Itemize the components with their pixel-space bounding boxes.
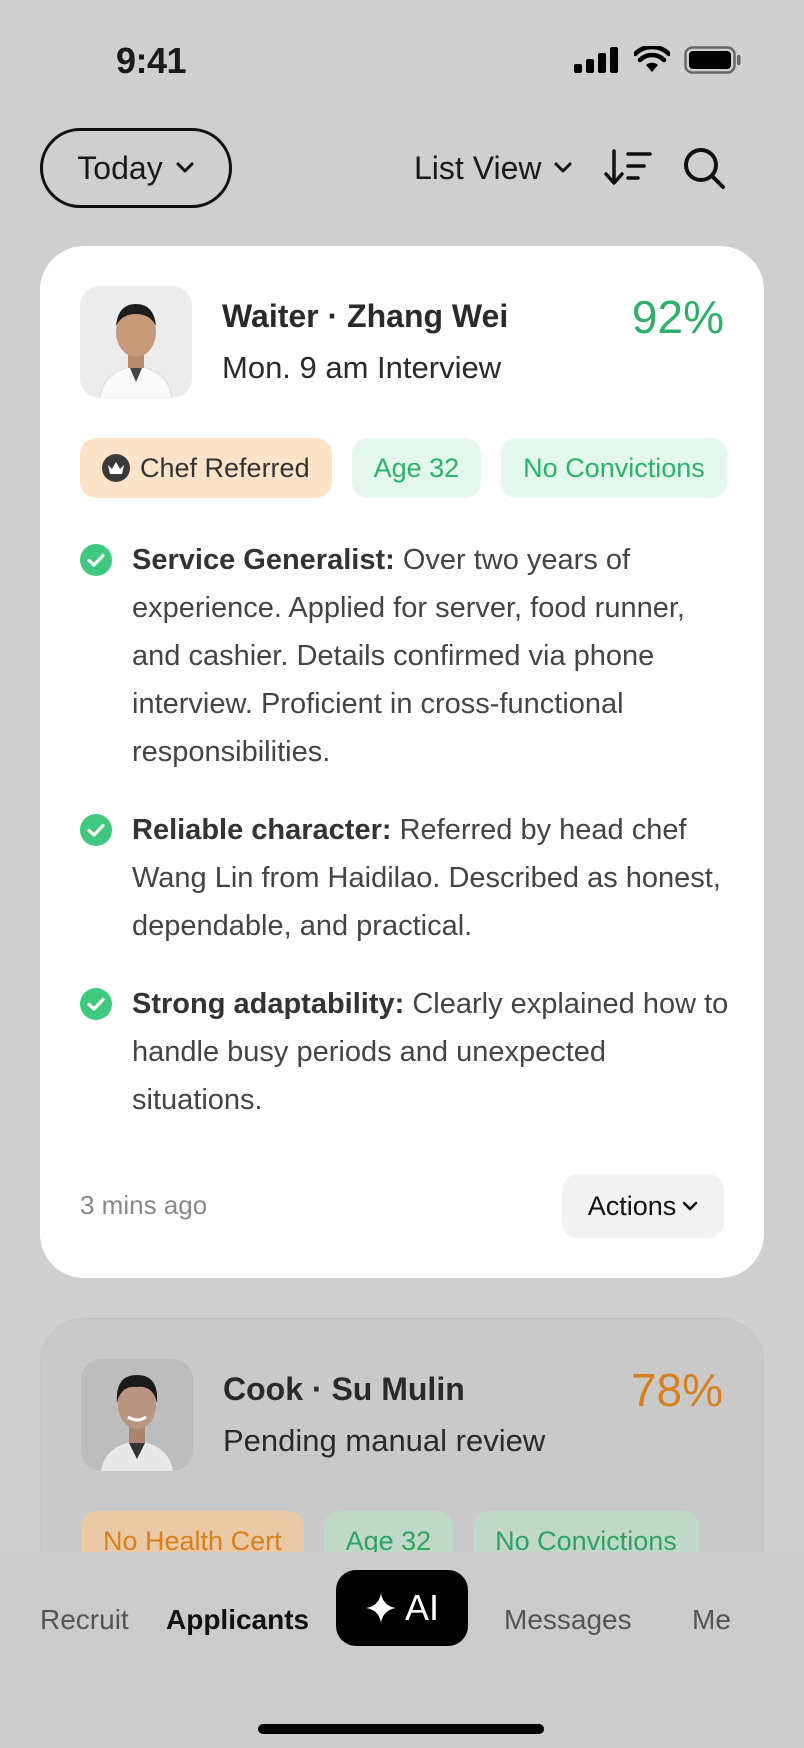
home-indicator bbox=[258, 1724, 544, 1734]
check-circle-icon bbox=[80, 544, 112, 576]
sort-icon[interactable] bbox=[604, 148, 652, 188]
nav-me[interactable]: Me bbox=[692, 1604, 731, 1636]
avatar bbox=[80, 286, 192, 398]
crown-icon bbox=[102, 454, 130, 482]
evaluation-points: Service Generalist: Over two years of ex… bbox=[80, 536, 730, 1154]
job-title: Waiter · Zhang Wei bbox=[222, 298, 509, 334]
chevron-down-icon bbox=[682, 1201, 698, 1211]
applicant-card[interactable]: Waiter · Zhang Wei Mon. 9 am Interview 9… bbox=[40, 246, 764, 1278]
check-circle-icon bbox=[80, 988, 112, 1020]
status-bar: 9:41 bbox=[0, 0, 804, 120]
tag-list: Chef Referred Age 32 No Convictions bbox=[80, 438, 727, 498]
evaluation-point: Strong adaptability: Clearly explained h… bbox=[80, 980, 730, 1124]
check-circle-icon bbox=[80, 814, 112, 846]
sparkle-icon bbox=[365, 1593, 396, 1623]
point-title: Reliable character: bbox=[132, 814, 392, 846]
point-text: Over two years of experience. Applied fo… bbox=[132, 544, 685, 768]
wifi-icon bbox=[634, 46, 670, 72]
chevron-down-icon bbox=[176, 162, 194, 173]
nav-applicants[interactable]: Applicants bbox=[166, 1604, 309, 1636]
view-mode-label: List View bbox=[414, 149, 542, 186]
nav-recruit[interactable]: Recruit bbox=[40, 1604, 129, 1636]
battery-icon bbox=[684, 46, 741, 74]
timestamp: 3 mins ago bbox=[80, 1190, 208, 1220]
date-filter-button[interactable]: Today bbox=[40, 128, 232, 208]
interview-schedule: Mon. 9 am Interview bbox=[222, 350, 502, 385]
review-status: Pending manual review bbox=[223, 1423, 546, 1458]
chevron-down-icon bbox=[554, 162, 572, 173]
status-icons bbox=[574, 46, 742, 74]
job-title: Cook · Su Mulin bbox=[223, 1371, 465, 1407]
match-score: 78% bbox=[630, 1364, 723, 1416]
actions-label: Actions bbox=[587, 1190, 677, 1221]
ai-button[interactable]: AI bbox=[336, 1570, 468, 1646]
tag-no-convictions: No Convictions bbox=[501, 438, 727, 498]
tag-age: Age 32 bbox=[351, 438, 482, 498]
tag-label: No Convictions bbox=[523, 452, 705, 483]
evaluation-point: Reliable character: Referred by head che… bbox=[80, 806, 730, 950]
match-score: 92% bbox=[631, 291, 724, 343]
status-time: 9:41 bbox=[116, 40, 187, 81]
evaluation-point: Service Generalist: Over two years of ex… bbox=[80, 536, 730, 776]
search-icon[interactable] bbox=[682, 146, 726, 190]
ai-label: AI bbox=[404, 1587, 439, 1628]
point-title: Service Generalist: bbox=[132, 544, 395, 576]
nav-messages[interactable]: Messages bbox=[504, 1604, 632, 1636]
tag-label: Age 32 bbox=[373, 452, 460, 483]
tag-chef-referred: Chef Referred bbox=[80, 438, 332, 498]
date-filter-label: Today bbox=[77, 149, 163, 186]
avatar bbox=[81, 1359, 193, 1471]
view-mode-dropdown[interactable]: List View bbox=[414, 140, 573, 196]
tag-label: Chef Referred bbox=[140, 452, 310, 483]
actions-button[interactable]: Actions bbox=[562, 1174, 724, 1238]
point-title: Strong adaptability: bbox=[132, 988, 405, 1020]
cellular-signal-icon bbox=[574, 47, 618, 73]
bottom-nav: Recruit Applicants AI Messages Me bbox=[0, 1552, 804, 1748]
